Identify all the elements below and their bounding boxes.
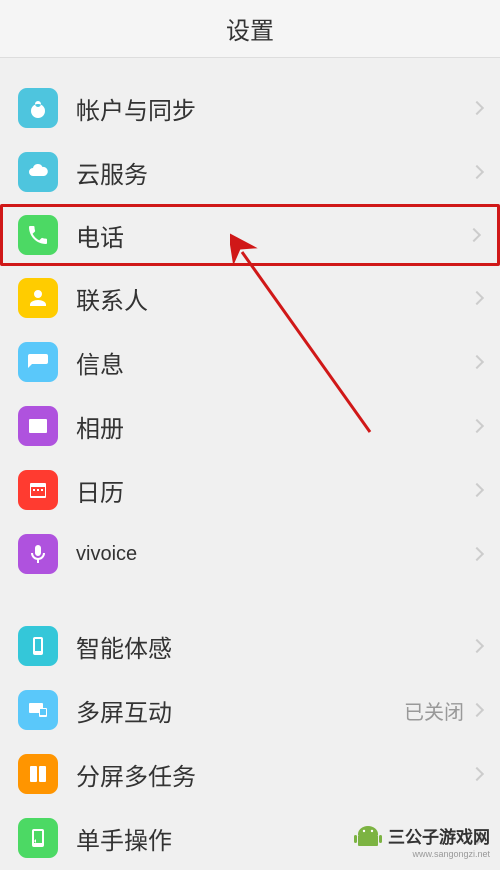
chevron-right-icon — [470, 165, 484, 179]
item-label: 分屏多任务 — [76, 757, 472, 792]
split-icon — [18, 754, 58, 794]
chevron-right-icon — [470, 419, 484, 433]
settings-item-account[interactable]: 帐户与同步 — [0, 76, 500, 140]
chevron-right-icon — [470, 101, 484, 115]
settings-item-phone[interactable]: 电话 — [0, 204, 500, 266]
item-label: vivoice — [76, 543, 472, 566]
watermark-text: 三公子游戏网 — [388, 823, 490, 848]
item-label: 日历 — [76, 473, 472, 508]
item-status: 已关闭 — [404, 696, 464, 725]
chevron-right-icon — [470, 767, 484, 781]
settings-content: 帐户与同步 云服务 电话 联系人 — [0, 58, 500, 870]
item-label: 云服务 — [76, 155, 472, 190]
voice-icon — [18, 534, 58, 574]
header: 设置 — [0, 0, 500, 58]
contacts-icon — [18, 278, 58, 318]
chevron-right-icon — [467, 228, 481, 242]
chevron-right-icon — [470, 291, 484, 305]
settings-item-cloud[interactable]: 云服务 — [0, 140, 500, 204]
settings-item-smart[interactable]: 智能体感 — [0, 614, 500, 678]
chevron-right-icon — [470, 483, 484, 497]
item-label: 帐户与同步 — [76, 91, 472, 126]
settings-item-message[interactable]: 信息 — [0, 330, 500, 394]
settings-item-contacts[interactable]: 联系人 — [0, 266, 500, 330]
chevron-right-icon — [470, 355, 484, 369]
multi-icon — [18, 690, 58, 730]
watermark: 三公子游戏网 — [354, 823, 490, 848]
page-title: 设置 — [226, 11, 274, 46]
settings-item-calendar[interactable]: 日历 — [0, 458, 500, 522]
settings-item-vivoice[interactable]: vivoice — [0, 522, 500, 586]
settings-item-multiscreen[interactable]: 多屏互动 已关闭 — [0, 678, 500, 742]
watermark-logo-icon — [354, 824, 382, 848]
message-icon — [18, 342, 58, 382]
item-label: 电话 — [76, 218, 469, 253]
chevron-right-icon — [470, 703, 484, 717]
phone-icon — [18, 215, 58, 255]
section-1: 帐户与同步 云服务 电话 联系人 — [0, 76, 500, 586]
settings-item-album[interactable]: 相册 — [0, 394, 500, 458]
item-label: 相册 — [76, 409, 472, 444]
smart-icon — [18, 626, 58, 666]
cloud-icon — [18, 152, 58, 192]
item-label: 联系人 — [76, 281, 472, 316]
album-icon — [18, 406, 58, 446]
hand-icon — [18, 818, 58, 858]
chevron-right-icon — [470, 547, 484, 561]
item-label: 多屏互动 — [76, 693, 404, 728]
item-label: 智能体感 — [76, 629, 472, 664]
calendar-icon — [18, 470, 58, 510]
item-label: 信息 — [76, 345, 472, 380]
chevron-right-icon — [470, 639, 484, 653]
settings-item-splitscreen[interactable]: 分屏多任务 — [0, 742, 500, 806]
account-icon — [18, 88, 58, 128]
watermark-url: www.sangongzi.net — [412, 849, 490, 859]
